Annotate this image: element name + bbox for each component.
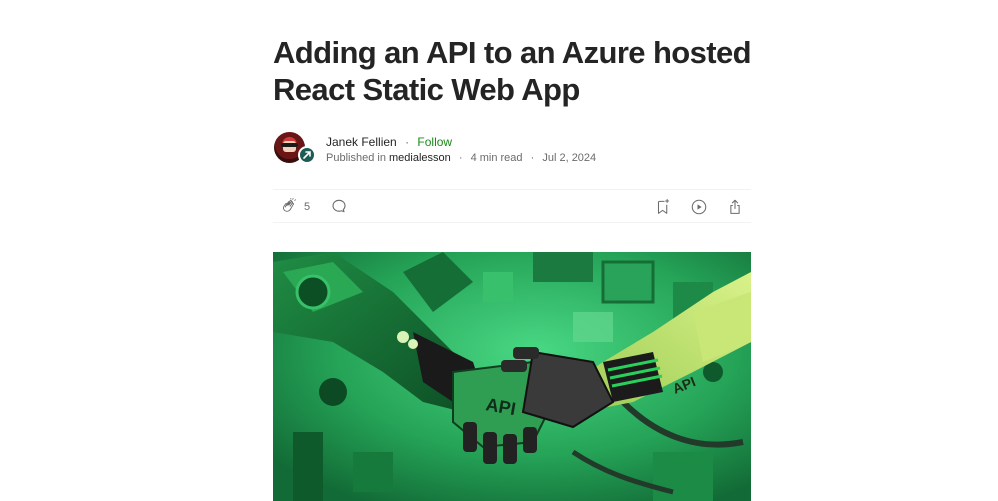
hero-image: API API [273, 252, 751, 501]
author-name-link[interactable]: Janek Fellien [326, 135, 397, 149]
separator-dot: · [530, 152, 535, 164]
robot-handshake-illustration: API API [273, 252, 751, 501]
comment-icon [332, 199, 346, 213]
play-icon [691, 199, 707, 215]
share-button[interactable] [726, 198, 744, 216]
clap-button[interactable]: 5 [280, 198, 310, 216]
read-time: 4 min read [470, 152, 523, 164]
published-in-label: Published in [326, 152, 386, 164]
separator-dot: · [405, 135, 410, 149]
byline: Janek Fellien · Follow Published in medi… [273, 131, 751, 167]
comment-button[interactable] [331, 198, 347, 214]
meta-line: Published in medialesson · 4 min read · … [326, 151, 596, 166]
save-button[interactable] [654, 198, 672, 216]
clap-count: 5 [304, 201, 311, 213]
author-avatar-group[interactable] [273, 131, 319, 167]
publication-link[interactable]: medialesson [389, 152, 451, 164]
clap-icon [283, 198, 297, 212]
publish-date: Jul 2, 2024 [542, 152, 597, 164]
author-line: Janek Fellien · Follow [326, 134, 452, 150]
bookmark-icon [657, 198, 670, 214]
separator-dot: · [458, 152, 463, 164]
article-actions-bar: 5 [273, 189, 751, 223]
publication-logo-icon[interactable] [298, 146, 316, 164]
share-icon [730, 199, 740, 214]
listen-button[interactable] [690, 198, 708, 216]
article-title: Adding an API to an Azure hosted React S… [273, 35, 752, 107]
follow-button[interactable]: Follow [417, 135, 452, 149]
arrow-icon [303, 151, 311, 159]
